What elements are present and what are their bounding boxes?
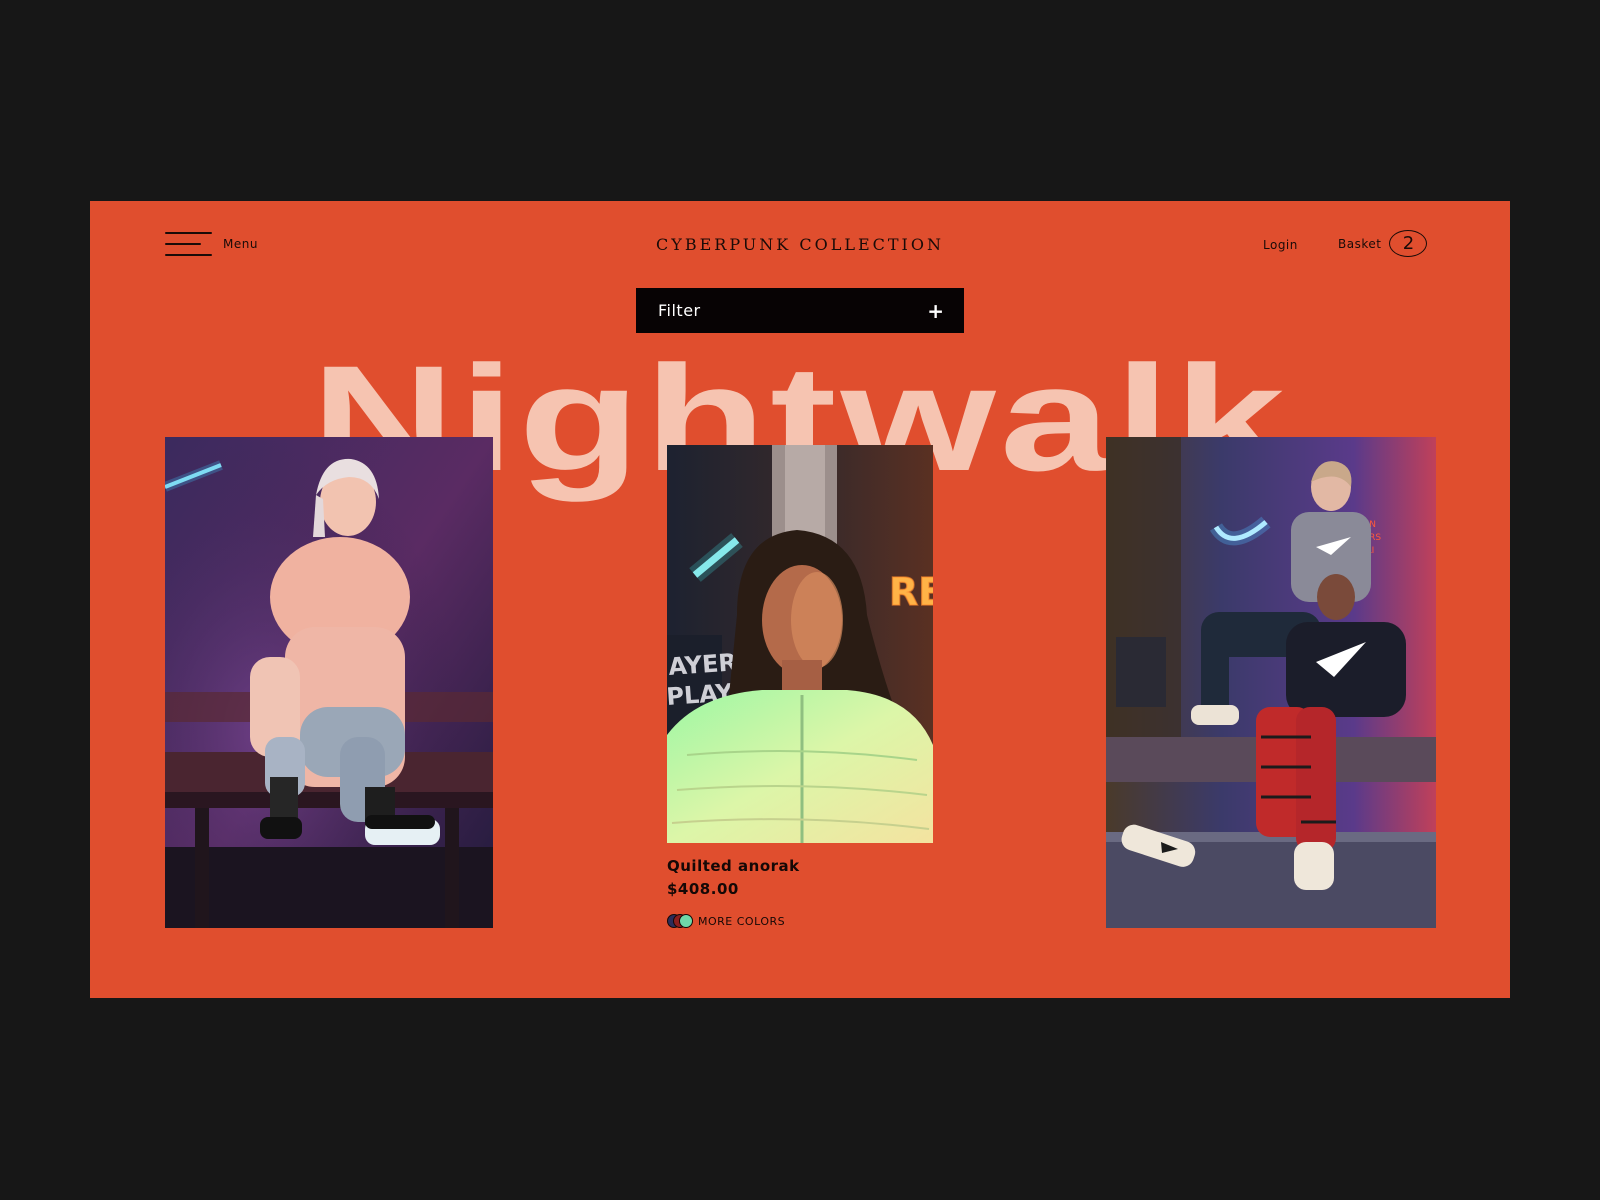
woman-on-bench-image [165, 437, 493, 928]
product-name[interactable]: Quilted anorak [667, 857, 800, 875]
more-colors-link[interactable]: MORE COLORS [667, 914, 785, 928]
login-link[interactable]: Login [1263, 238, 1298, 252]
two-men-on-bench-image: OPEN 24 HRS DELI [1106, 437, 1436, 928]
svg-text:RE: RE [889, 570, 933, 614]
plus-icon: + [927, 298, 944, 323]
product-price: $408.00 [667, 880, 739, 898]
basket-button[interactable]: Basket 2 [1338, 230, 1428, 257]
basket-label: Basket [1338, 236, 1382, 251]
quilted-anorak-image: AYERS PLAYER RE RE [667, 445, 933, 843]
color-swatch-mint [679, 914, 693, 928]
filter-button[interactable]: Filter + [636, 288, 964, 333]
more-colors-label: MORE COLORS [698, 914, 786, 928]
filter-label: Filter [658, 301, 701, 320]
basket-count-badge: 2 [1389, 230, 1428, 257]
page-frame: Menu CYBERPUNK COLLECTION Login Basket 2… [90, 201, 1510, 998]
product-photo-woman-on-bench[interactable] [165, 437, 493, 928]
color-swatches [667, 914, 693, 928]
product-photo-two-men-on-bench[interactable]: OPEN 24 HRS DELI [1106, 437, 1436, 928]
product-photo-quilted-anorak[interactable]: AYERS PLAYER RE RE [667, 445, 933, 843]
